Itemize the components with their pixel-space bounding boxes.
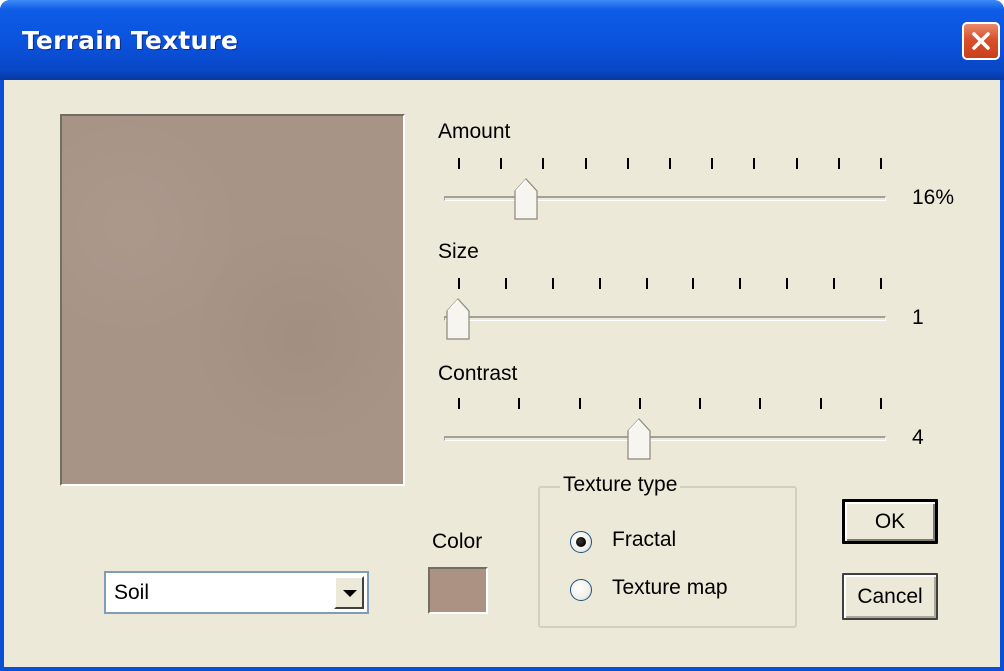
radio-texture-map-label: Texture map [612,576,728,599]
contrast-ticks [440,398,890,410]
contrast-slider-thumb[interactable] [627,418,651,460]
slider-tick [786,278,789,289]
slider-tick [638,398,641,409]
size-label: Size [438,240,479,263]
slider-tick [692,278,695,289]
amount-value: 16% [912,186,955,209]
amount-slider-thumb[interactable] [513,178,538,220]
ok-button[interactable]: OK [842,499,938,544]
slider-tick [551,278,554,289]
slider-tick [500,158,503,169]
radio-fractal-label: Fractal [612,528,677,551]
slider-tick [518,398,521,409]
contrast-label: Contrast [438,362,518,385]
slider-tick [880,158,882,169]
slider-tick [795,158,798,169]
slider-tick [699,398,702,409]
slider-tick [626,158,629,169]
amount-track [444,196,886,201]
size-track [444,316,886,321]
slider-tick [833,278,836,289]
slider-tick [880,398,882,409]
slider-tick [837,158,840,169]
size-value: 1 [912,306,924,329]
slider-tick [458,398,460,409]
terrain-texture-dialog: Terrain Texture Amount 16% Size 1 Contra… [0,0,1004,671]
size-slider[interactable] [440,278,890,348]
color-label: Color [432,530,483,553]
contrast-slider[interactable] [440,398,890,468]
amount-label: Amount [438,120,511,143]
color-swatch-button[interactable] [428,567,488,614]
close-button[interactable] [962,22,1000,60]
slider-tick [542,158,545,169]
contrast-value: 4 [912,426,924,449]
dropdown-button[interactable] [334,576,364,609]
material-select[interactable]: Soil [104,571,369,614]
slider-tick [669,158,671,169]
slider-tick [458,278,460,289]
chevron-down-icon [343,590,357,597]
slider-tick [711,158,714,169]
title-bar[interactable]: Terrain Texture [0,0,1004,80]
amount-slider[interactable] [440,158,890,228]
size-ticks [440,278,890,290]
radio-button[interactable] [570,579,592,601]
amount-ticks [440,158,890,170]
slider-tick [584,158,587,169]
slider-tick [753,158,756,169]
slider-tick [645,278,648,289]
texture-type-group: Texture type Fractal Texture map [538,473,797,628]
dialog-client-area: Amount 16% Size 1 Contrast 4 Soil Color … [4,80,1000,667]
size-slider-thumb[interactable] [446,298,470,340]
texture-preview [60,114,405,486]
contrast-track [444,436,886,441]
slider-tick [504,278,507,289]
texture-type-legend: Texture type [560,473,681,497]
slider-tick [739,278,742,289]
slider-tick [598,278,601,289]
window-title: Terrain Texture [22,26,239,55]
slider-tick [759,398,762,409]
cancel-button[interactable]: Cancel [842,573,938,620]
radio-button[interactable] [570,531,592,553]
radio-dot [576,537,586,547]
slider-tick [458,158,460,169]
material-select-value: Soil [114,581,150,604]
slider-tick [578,398,581,409]
close-icon [972,32,990,50]
slider-tick [880,278,882,289]
slider-tick [819,398,822,409]
